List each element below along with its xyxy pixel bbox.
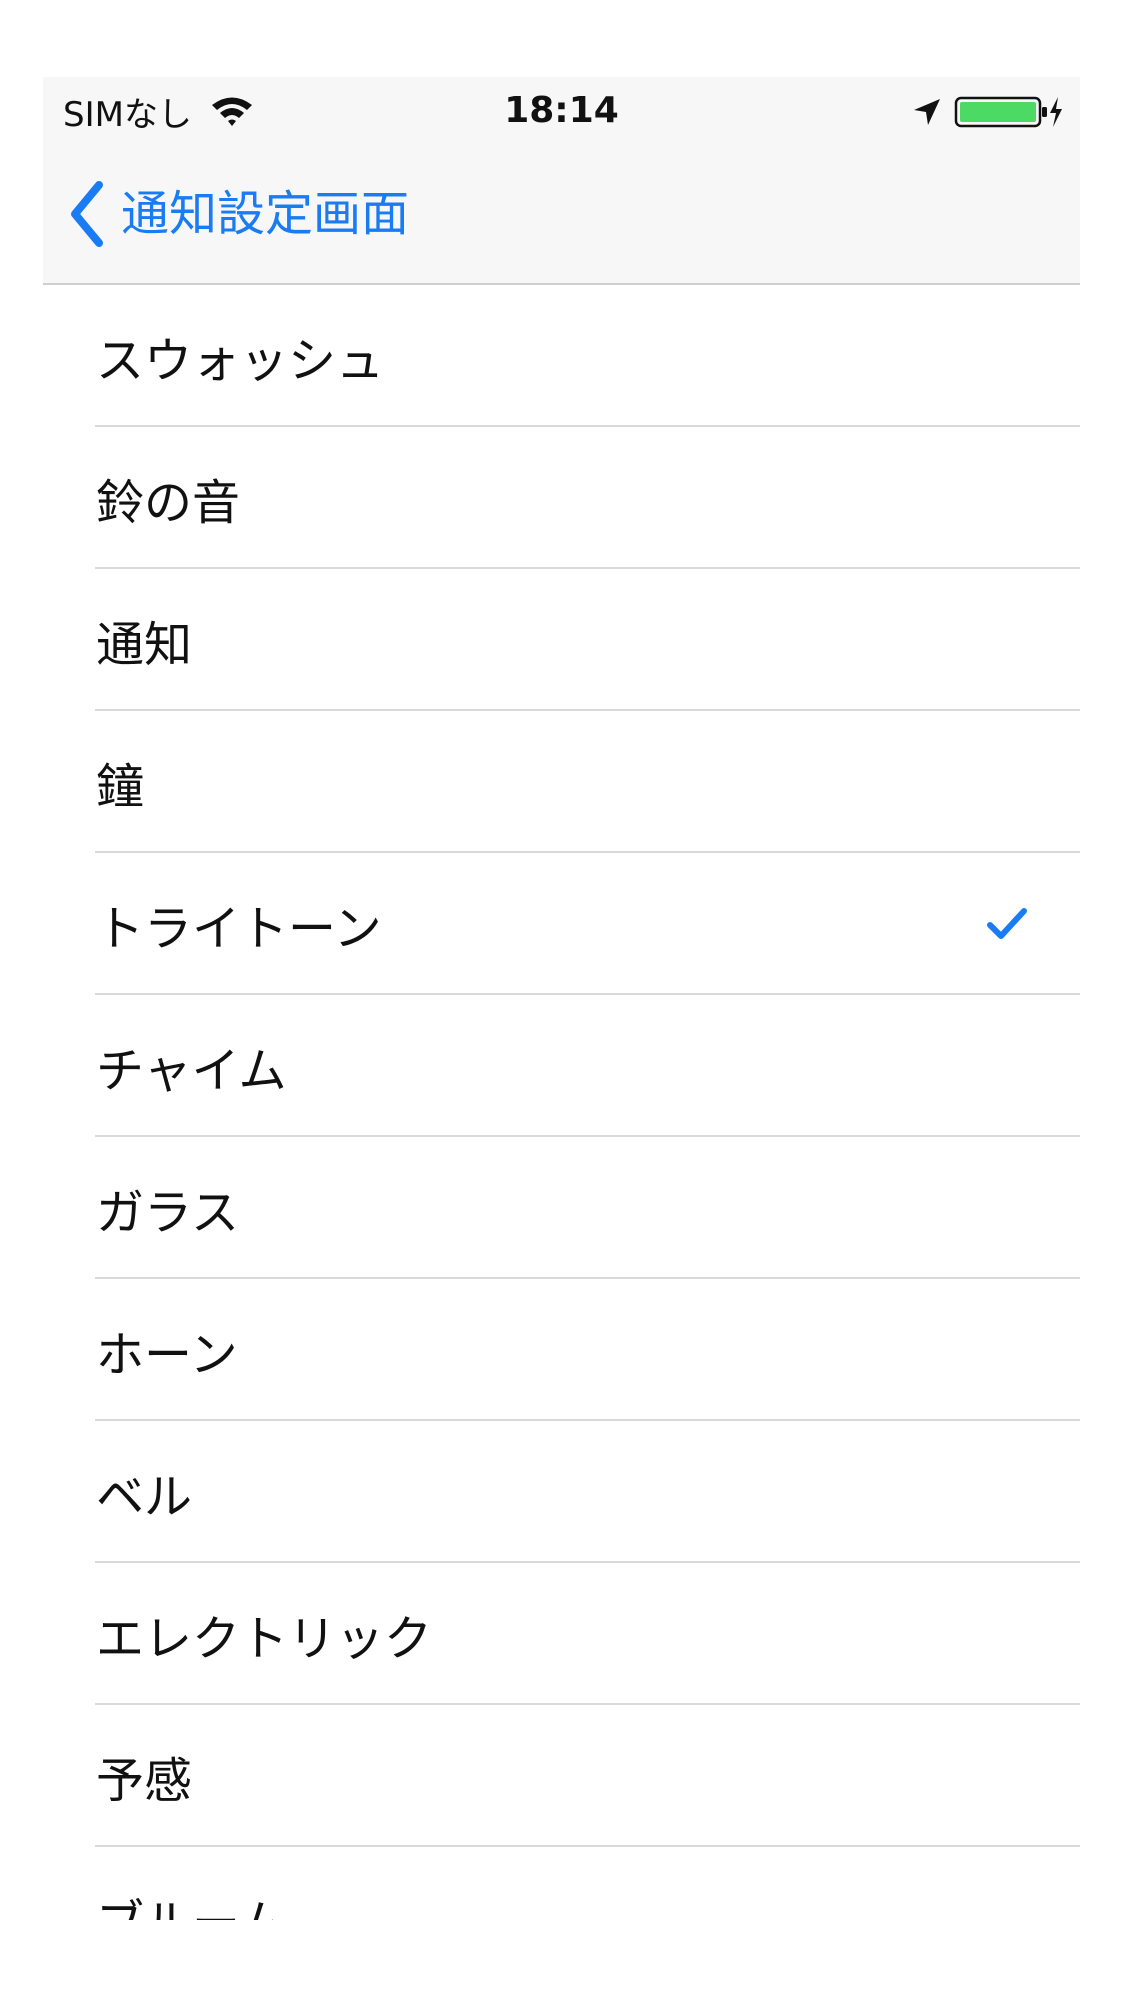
list-item-label: 通知 [96, 617, 193, 673]
back-button[interactable]: 通知設定画面 [67, 179, 409, 249]
sound-list: スウォッシュ 鈴の音 通知 鐘 トライトーン チャイム ガラス ホーン ベル エ… [43, 285, 1080, 1920]
list-item-anticipate[interactable]: 予感 [43, 1705, 1080, 1847]
battery-full-charging-icon [954, 96, 1062, 128]
list-item-temple-bell[interactable]: 鐘 [43, 711, 1080, 853]
list-item-label: ガラス [96, 1185, 240, 1241]
list-item-bell[interactable]: ベル [43, 1421, 1080, 1563]
navigation-bar: 通知設定画面 [43, 147, 1080, 285]
status-bar: SIMなし 18:14 [43, 77, 1080, 147]
list-item-label: ホーン [96, 1327, 238, 1383]
list-item-notification[interactable]: 通知 [43, 569, 1080, 711]
list-item-bell-sound[interactable]: 鈴の音 [43, 427, 1080, 569]
list-item-label: チャイム [96, 1043, 287, 1099]
list-item-label: 鐘 [96, 759, 145, 815]
checkmark-icon [987, 908, 1027, 939]
list-item-label: 予感 [96, 1753, 193, 1809]
list-item-swoosh[interactable]: スウォッシュ [43, 285, 1080, 427]
phone-screen: SIMなし 18:14 通知設定画面 スウォッシュ 鈴の音 通知 鐘 トライトー… [43, 77, 1080, 1920]
list-item-electronic[interactable]: エレクトリック [43, 1563, 1080, 1705]
list-item-label: 鈴の音 [96, 475, 241, 531]
back-button-label: 通知設定画面 [121, 186, 410, 242]
list-item-label: ベル [96, 1469, 193, 1525]
list-item-label: トライトーン [96, 901, 382, 957]
list-item-tri-tone[interactable]: トライトーン [43, 853, 1080, 995]
list-item-label: スウォッシュ [96, 333, 385, 389]
list-item-glass[interactable]: ガラス [43, 1137, 1080, 1279]
list-item-horn[interactable]: ホーン [43, 1279, 1080, 1421]
status-right-group [912, 93, 1064, 131]
location-arrow-icon [914, 99, 940, 125]
list-item-label: エレクトリック [96, 1611, 433, 1667]
list-item-chime[interactable]: チャイム [43, 995, 1080, 1137]
chevron-left-icon [71, 181, 103, 247]
list-item-bloom[interactable]: ブルーム [43, 1847, 1080, 1920]
list-item-label: ブルーム [96, 1883, 287, 1920]
